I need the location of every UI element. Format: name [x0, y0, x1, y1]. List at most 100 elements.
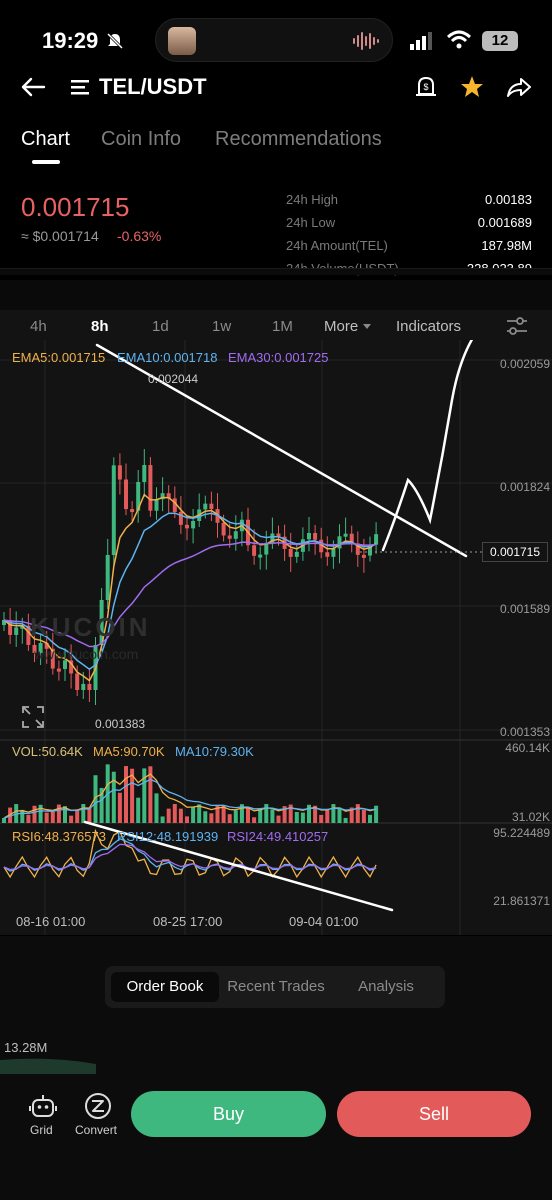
volume-bar [160, 816, 165, 823]
vol-ma10-legend: MA10:79.30K [175, 744, 254, 759]
current-price-tag: 0.001715 [482, 542, 548, 562]
svg-text:$: $ [424, 82, 429, 92]
grid-label[interactable]: Grid [30, 1123, 53, 1137]
candle-body [154, 499, 159, 511]
volume-bar [252, 817, 257, 823]
stat-value-low: 0.001689 [477, 215, 532, 230]
volume-bar [2, 818, 6, 823]
volume-bar [111, 771, 116, 823]
indicators-button[interactable]: Indicators [396, 318, 461, 335]
share-icon[interactable] [506, 76, 532, 98]
chart-settings-icon[interactable] [506, 316, 528, 336]
tab-order-book[interactable]: Order Book [111, 972, 219, 1002]
candle-body [252, 545, 257, 556]
sell-button[interactable]: Sell [337, 1091, 531, 1137]
volume-bar [124, 766, 128, 823]
price-axis-tick: 0.001353 [499, 725, 550, 739]
volume-bar [185, 816, 189, 823]
candle-body [221, 522, 226, 536]
volume-bar [117, 792, 122, 823]
rsi24-legend: RSI24:49.410257 [227, 829, 329, 844]
price-alert-icon[interactable]: $ [415, 75, 437, 99]
price-change: -0.63% [117, 228, 162, 244]
pair-title[interactable]: TEL/USDT [99, 74, 207, 100]
interval-1d[interactable]: 1d [152, 318, 169, 335]
stat-label-high: 24h High [286, 192, 339, 207]
grid-bot-icon[interactable] [29, 1093, 57, 1121]
active-tab-indicator [32, 160, 60, 164]
candle-body [14, 627, 19, 635]
candle-body [75, 673, 80, 690]
volume-bar [325, 809, 330, 823]
volume-bar [307, 804, 311, 823]
volume-bar [294, 811, 299, 823]
order-book-depth-value: 13.28M [4, 1040, 48, 1055]
stat-label-low: 24h Low [286, 215, 336, 230]
volume-bar [227, 814, 232, 823]
watermark-logo: KUCOIN [30, 612, 151, 642]
menu-icon[interactable] [71, 78, 93, 96]
volume-bar [87, 808, 92, 823]
tab-chart[interactable]: Chart [21, 128, 70, 151]
candle-body [130, 509, 135, 513]
tab-analysis[interactable]: Analysis [333, 972, 439, 1002]
volume-bar [136, 797, 141, 823]
candle-body [313, 533, 318, 540]
convert-label[interactable]: Convert [75, 1123, 117, 1137]
interval-more[interactable]: More [324, 318, 358, 335]
rsi-axis-tick: 95.224489 [493, 826, 550, 840]
volume-bar [374, 805, 379, 823]
ema5-legend: EMA5:0.001715 [12, 350, 106, 365]
candle-body [374, 534, 379, 545]
rsi-axis-tick: 21.861371 [493, 894, 550, 908]
interval-1m[interactable]: 1M [272, 318, 293, 335]
convert-icon[interactable] [84, 1092, 112, 1120]
candle-body [288, 548, 293, 557]
candle-body [233, 531, 238, 539]
volume-bar [319, 814, 324, 823]
dropdown-caret-icon [363, 324, 371, 329]
tab-coin-info[interactable]: Coin Info [101, 128, 181, 151]
buy-button[interactable]: Buy [131, 1091, 326, 1137]
volume-bar [69, 815, 74, 823]
volume-bar [337, 807, 342, 823]
signal-icon [410, 32, 432, 50]
high-price-marker: 0.002044 [148, 372, 199, 386]
x-axis-tick: 09-04 01:00 [289, 914, 359, 929]
rsi6-legend: RSI6:48.376573 [12, 829, 106, 844]
candle-body [87, 683, 92, 690]
low-price-marker: 0.001383 [95, 717, 146, 731]
rsi24-line [3, 843, 377, 871]
volume-bar [300, 812, 305, 823]
watermark-url: www.kucoin.com [34, 646, 139, 662]
candle-body [343, 533, 348, 537]
volume-bar [32, 805, 37, 823]
dynamic-island [155, 18, 393, 62]
volume-bar [355, 804, 360, 823]
volume-bar [20, 809, 25, 823]
audio-waveform-icon [353, 32, 379, 50]
candle-body [185, 524, 189, 529]
rsi12-legend: RSI12:48.191939 [117, 829, 219, 844]
status-time: 19:29 [42, 28, 99, 53]
ema10-legend: EMA10:0.001718 [117, 350, 218, 365]
volume-bar [361, 809, 366, 823]
order-book-depth-bar [0, 1058, 96, 1074]
interval-1w[interactable]: 1w [212, 318, 231, 335]
interval-4h[interactable]: 4h [30, 318, 47, 335]
volume-bar [264, 804, 269, 823]
stat-value-high: 0.00183 [485, 192, 532, 207]
favorite-star-icon[interactable] [459, 74, 485, 100]
candle-body [307, 533, 311, 540]
volume-bar [368, 814, 372, 823]
volume-bar [38, 804, 43, 823]
tab-recommendations[interactable]: Recommendations [215, 128, 382, 151]
volume-bar [209, 813, 214, 823]
interval-8h[interactable]: 8h [91, 318, 109, 335]
fullscreen-icon[interactable] [22, 706, 44, 728]
battery-indicator: 12 [482, 31, 518, 51]
volume-bar [246, 807, 250, 823]
tab-recent-trades[interactable]: Recent Trades [221, 972, 331, 1002]
back-arrow-icon[interactable] [20, 76, 46, 98]
volume-bar [81, 804, 86, 823]
